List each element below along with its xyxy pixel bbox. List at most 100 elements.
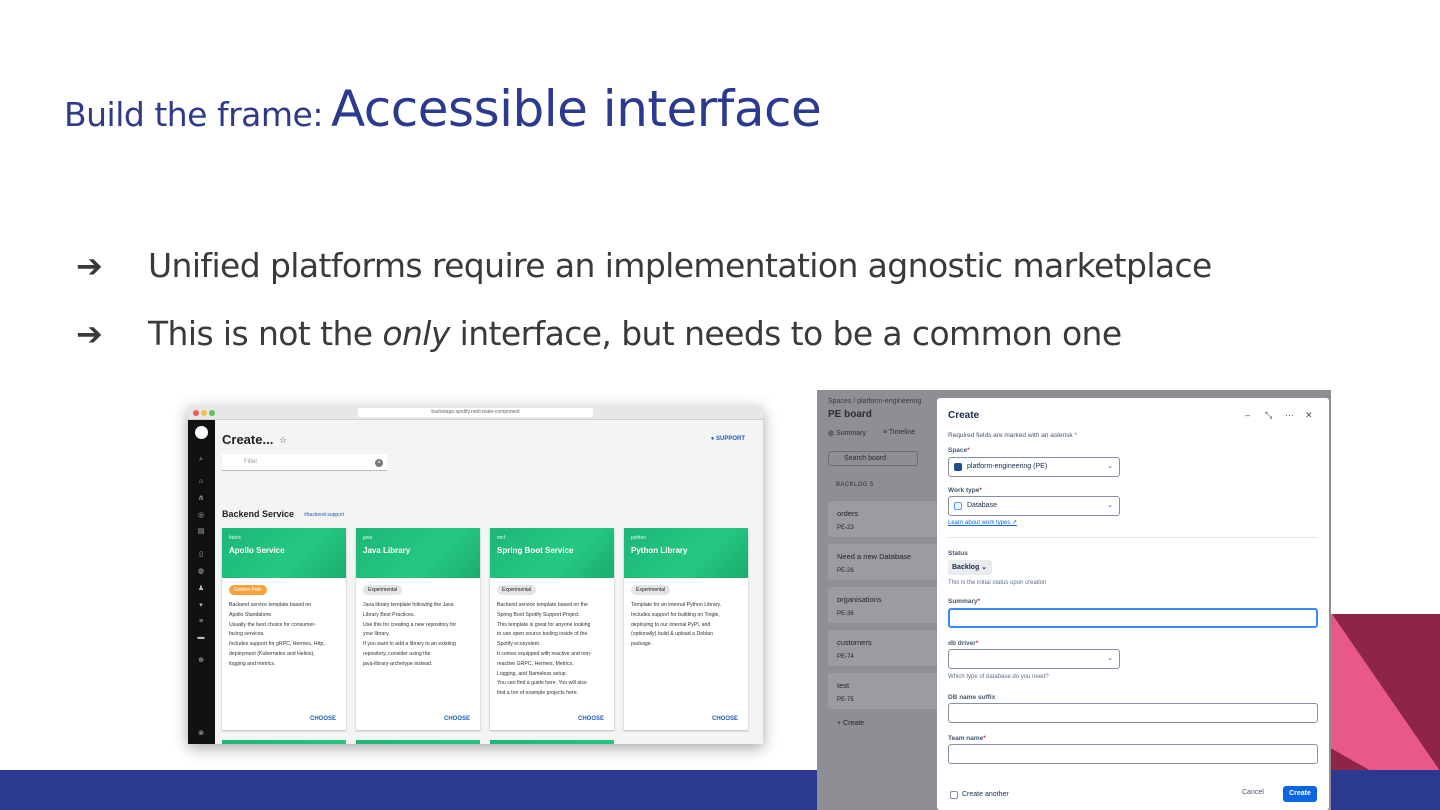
arrow-icon: ➔ (76, 246, 103, 285)
template-card[interactable]: setadel (356, 740, 480, 744)
section-tag-link[interactable]: #backend-support (304, 512, 344, 518)
list-item[interactable]: Need a new Database PE-26 (828, 544, 938, 580)
collapse-icon[interactable]: ⤡ (1265, 410, 1272, 421)
list-item[interactable]: test PE-75 (828, 673, 938, 709)
minimize-icon[interactable]: – (1245, 410, 1250, 420)
list-icon[interactable]: ▤ (197, 528, 205, 536)
backlog-label: BACKLOG 5 (836, 482, 874, 488)
support-link[interactable]: ● SUPPORT (711, 436, 745, 442)
template-card[interactable]: mcf Spring Boot Service Experimental Bac… (490, 528, 614, 730)
tab-timeline[interactable]: ≡ Timeline (883, 429, 915, 436)
choose-button[interactable]: CHOOSE (712, 716, 738, 722)
list-item[interactable]: customers PE-74 (828, 630, 938, 666)
status-label: Status (948, 550, 968, 557)
card-description: Backend service template based on Apollo … (229, 602, 325, 667)
user-icon[interactable]: ♟ (197, 585, 205, 593)
worktype-label: Work type* (948, 487, 982, 494)
card-tag: Experimental (497, 585, 537, 595)
card-title: Spring Boot Service (497, 546, 574, 555)
shield-icon[interactable]: ▾ (197, 602, 205, 610)
filter-input[interactable]: Filter × (222, 454, 387, 471)
team-label: Team name* (948, 735, 986, 742)
bullet-1: ➔ Unified platforms require an implement… (76, 246, 1212, 285)
bullet-text: This is not the only interface, but need… (148, 314, 1122, 353)
tab-summary[interactable]: ◍ Summary (828, 429, 866, 437)
choose-button[interactable]: CHOOSE (310, 716, 336, 722)
template-card[interactable]: python Python Library Experimental Templ… (624, 528, 748, 730)
status-dropdown[interactable]: Backlog ⌄ (948, 560, 992, 575)
required-note: Required fields are marked with an aster… (948, 432, 1077, 439)
status-hint: This is the initial status upon creation (948, 580, 1047, 586)
slide-title: Build the frame: Accessible interface (64, 80, 822, 138)
summary-label: Summary* (948, 598, 981, 605)
search-board-input[interactable]: Search board (828, 451, 918, 466)
board-title: PE board (828, 409, 872, 420)
card-title: Java Library (363, 546, 411, 555)
list-item[interactable]: organisations PE-36 (828, 587, 938, 623)
team-input[interactable] (948, 744, 1318, 764)
folder-icon[interactable]: ▬ (197, 634, 205, 642)
card-title: Python Library (631, 546, 688, 555)
breadcrumb[interactable]: Spaces / platform-engineering (828, 398, 921, 405)
minimize-dot-icon[interactable] (201, 410, 207, 416)
backstage-main: Create... ☆ ● SUPPORT Filter × Backend S… (215, 420, 763, 744)
chevron-down-icon: ⌄ (1107, 463, 1113, 470)
template-card[interactable]: set-tools (222, 740, 346, 744)
dbdriver-label: db driver* (948, 640, 979, 647)
worktype-select[interactable]: Database ⌄ (948, 496, 1120, 516)
template-card[interactable]: adstudio (490, 740, 614, 744)
create-another-checkbox[interactable] (950, 791, 958, 799)
board-background: Spaces / platform-engineering PE board ◍… (817, 390, 938, 810)
database-icon (954, 502, 962, 510)
close-dot-icon[interactable] (193, 410, 199, 416)
arrow-icon: ➔ (76, 314, 103, 353)
settings-icon[interactable]: ⊗ (197, 730, 205, 738)
space-select[interactable]: platform-engineering (PE) ⌄ (948, 457, 1120, 477)
card-header: java Java Library (356, 528, 480, 578)
template-card[interactable]: fabric Apollo Service Golden Path Backen… (222, 528, 346, 730)
home-icon[interactable]: ⌂ (197, 478, 205, 486)
card-header: fabric Apollo Service (222, 528, 346, 578)
globe-icon[interactable]: ◍ (197, 568, 205, 576)
create-item-button[interactable]: + Create (837, 720, 864, 727)
doc-icon[interactable]: ▯ (197, 551, 205, 559)
card-tag: Experimental (631, 585, 671, 595)
project-icon (954, 463, 962, 471)
card-description: Backend service template based on the Spr… (497, 602, 592, 697)
add-icon[interactable]: ⊕ (197, 657, 205, 665)
bullet-emphasis: only (382, 314, 450, 353)
search-icon[interactable]: ⌕ (197, 456, 205, 464)
address-bar[interactable]: backstage.spotify.net/create-component (358, 408, 593, 417)
clear-icon[interactable]: × (375, 459, 383, 467)
tree-icon[interactable]: ⋔ (197, 495, 205, 503)
dbdriver-select[interactable]: ⌄ (948, 649, 1120, 669)
create-button[interactable]: Create (1283, 786, 1317, 802)
card-description: Java library template following the Java… (363, 602, 457, 667)
summary-input[interactable] (948, 608, 1318, 628)
list-item[interactable]: orders PE-23 (828, 501, 938, 537)
divider (948, 537, 1318, 538)
card-header: mcf Spring Boot Service (490, 528, 614, 578)
maximize-dot-icon[interactable] (209, 410, 215, 416)
backstage-screenshot: backstage.spotify.net/create-component ⌕… (188, 406, 763, 744)
dbsuffix-input[interactable] (948, 703, 1318, 723)
jira-screenshot: Spaces / platform-engineering PE board ◍… (817, 390, 1331, 810)
template-card[interactable]: java Java Library Experimental Java libr… (356, 528, 480, 730)
bullet-text: Unified platforms require an implementat… (148, 246, 1212, 285)
more-icon[interactable]: ⋯ (1285, 410, 1294, 421)
sliders-icon[interactable]: ≡ (197, 618, 205, 626)
create-another-label: Create another (962, 791, 1009, 798)
card-header: python Python Library (624, 528, 748, 578)
learn-work-types-link[interactable]: Learn about work types ↗ (948, 519, 1017, 526)
card-title: Apollo Service (229, 546, 285, 555)
spotify-logo-icon[interactable] (195, 426, 208, 439)
space-label: Space* (948, 447, 970, 454)
close-icon[interactable]: ✕ (1305, 410, 1313, 421)
choose-button[interactable]: CHOOSE (578, 716, 604, 722)
cancel-button[interactable]: Cancel (1242, 789, 1264, 796)
choose-button[interactable]: CHOOSE (444, 716, 470, 722)
compass-icon[interactable]: ◎ (197, 512, 205, 520)
page-title: Create... (222, 432, 274, 447)
title-prefix: Build the frame: (64, 95, 323, 134)
star-icon[interactable]: ☆ (279, 435, 287, 446)
